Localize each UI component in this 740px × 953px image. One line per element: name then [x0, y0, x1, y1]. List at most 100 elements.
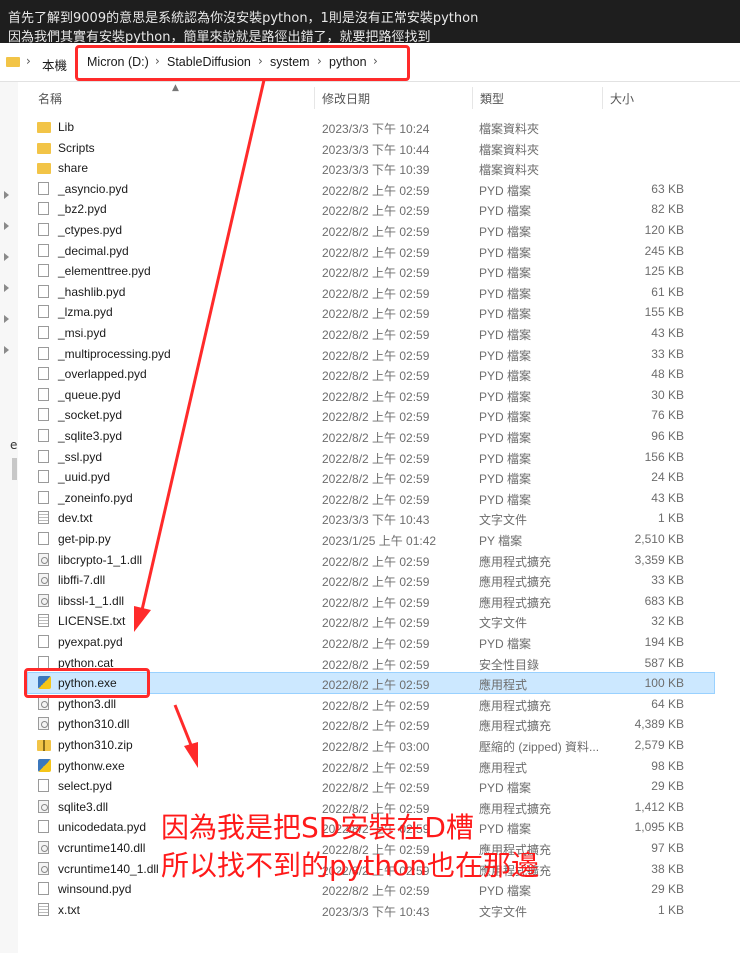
file-row[interactable]: _hashlib.pyd 2022/8/2 上午 02:59 PYD 檔案 61 KB [28, 282, 714, 302]
file-size: 76 KB [651, 408, 684, 422]
expand-arrow-icon[interactable] [4, 346, 9, 354]
file-name: python310.dll [58, 717, 130, 731]
file-row[interactable]: Lib 2023/3/3 下午 10:24 檔案資料夾 [28, 117, 714, 137]
column-header-size[interactable]: 大小 [610, 90, 634, 107]
file-size: 100 KB [644, 676, 684, 690]
file-row[interactable]: Scripts 2023/3/3 下午 10:44 檔案資料夾 [28, 138, 714, 158]
file-date: 2023/3/3 下午 10:43 [322, 905, 430, 919]
file-type: 應用程式 [479, 761, 528, 775]
file-row[interactable]: libcrypto-1_1.dll 2022/8/2 上午 02:59 應用程式擴充… [28, 550, 714, 570]
column-header-type[interactable]: 類型 [480, 90, 504, 107]
file-name: LICENSE.txt [58, 614, 126, 628]
file-row[interactable]: pythonw.exe 2022/8/2 上午 02:59 應用程式 98 KB [28, 756, 714, 776]
file-type: PYD 檔案 [479, 246, 532, 260]
file-size: 48 KB [651, 367, 684, 381]
file-icon [38, 779, 49, 792]
file-icon [38, 244, 49, 257]
file-name: Scripts [58, 141, 95, 155]
file-row[interactable]: _ctypes.pyd 2022/8/2 上午 02:59 PYD 檔案 120 KB [28, 220, 714, 240]
nav-pane-scroll[interactable] [12, 458, 17, 480]
file-row[interactable]: get-pip.py 2023/1/25 上午 01:42 PY 檔案 2,510 K… [28, 529, 714, 549]
file-type: PYD 檔案 [479, 410, 532, 424]
file-name: sqlite3.dll [58, 800, 109, 814]
file-row[interactable]: libffi-7.dll 2022/8/2 上午 02:59 應用程式擴充 33 KB [28, 570, 714, 590]
file-type: 應用程式 [479, 678, 528, 692]
file-date: 2022/8/2 上午 02:59 [322, 287, 430, 301]
file-row[interactable]: dev.txt 2023/3/3 下午 10:43 文字文件 1 KB [28, 508, 714, 528]
file-icon [38, 223, 49, 236]
file-row[interactable]: _msi.pyd 2022/8/2 上午 02:59 PYD 檔案 43 KB [28, 323, 714, 343]
dll-icon [38, 800, 49, 813]
file-row[interactable]: libssl-1_1.dll 2022/8/2 上午 02:59 應用程式擴充 683… [28, 591, 714, 611]
file-date: 2022/8/2 上午 02:59 [322, 596, 430, 610]
file-size: 4,389 KB [634, 717, 684, 731]
expand-arrow-icon[interactable] [4, 315, 9, 323]
file-date: 2023/3/3 下午 10:43 [322, 513, 430, 527]
file-row[interactable]: share 2023/3/3 下午 10:39 檔案資料夾 [28, 158, 714, 178]
file-row[interactable]: _lzma.pyd 2022/8/2 上午 02:59 PYD 檔案 155 KB [28, 302, 714, 322]
file-icon [38, 532, 49, 545]
file-row[interactable]: _overlapped.pyd 2022/8/2 上午 02:59 PYD 檔案 48… [28, 364, 714, 384]
file-name: _lzma.pyd [58, 305, 113, 319]
file-row[interactable]: python310.dll 2022/8/2 上午 02:59 應用程式擴充 4,38… [28, 714, 714, 734]
file-row[interactable]: _sqlite3.pyd 2022/8/2 上午 02:59 PYD 檔案 96 KB [28, 426, 714, 446]
file-icon [38, 635, 49, 648]
file-size: 29 KB [651, 882, 684, 896]
file-row[interactable]: _asyncio.pyd 2022/8/2 上午 02:59 PYD 檔案 63 KB [28, 179, 714, 199]
file-row[interactable]: LICENSE.txt 2022/8/2 上午 02:59 文字文件 32 KB [28, 611, 714, 631]
file-type: PYD 檔案 [479, 307, 532, 321]
file-name: _queue.pyd [58, 388, 121, 402]
navigation-pane[interactable] [0, 82, 18, 953]
file-type: PY 檔案 [479, 534, 523, 548]
column-divider[interactable] [602, 87, 603, 109]
file-row[interactable]: _decimal.pyd 2022/8/2 上午 02:59 PYD 檔案 245 K… [28, 241, 714, 261]
file-date: 2023/1/25 上午 01:42 [322, 534, 437, 548]
file-type: PYD 檔案 [479, 472, 532, 486]
file-size: 43 KB [651, 326, 684, 340]
chevron-right-icon: › [26, 54, 31, 68]
file-row[interactable]: select.pyd 2022/8/2 上午 02:59 PYD 檔案 29 KB [28, 776, 714, 796]
file-row[interactable]: _multiprocessing.pyd 2022/8/2 上午 02:59 PYD… [28, 344, 714, 364]
file-date: 2022/8/2 上午 03:00 [322, 740, 430, 754]
file-date: 2023/3/3 下午 10:24 [322, 122, 430, 136]
breadcrumb-this-pc[interactable]: 本機 [42, 55, 67, 74]
expand-arrow-icon[interactable] [4, 222, 9, 230]
file-date: 2022/8/2 上午 02:59 [322, 328, 430, 342]
file-type: 檔案資料夾 [479, 122, 540, 136]
folder-icon [37, 143, 51, 154]
file-row[interactable]: _queue.pyd 2022/8/2 上午 02:59 PYD 檔案 30 KB [28, 385, 714, 405]
file-row[interactable]: pyexpat.pyd 2022/8/2 上午 02:59 PYD 檔案 194 KB [28, 632, 714, 652]
file-size: 61 KB [651, 285, 684, 299]
file-type: PYD 檔案 [479, 390, 532, 404]
column-header-name[interactable]: 名稱 [38, 90, 62, 107]
file-row[interactable]: x.txt 2023/3/3 下午 10:43 文字文件 1 KB [28, 900, 714, 920]
file-row[interactable]: _zoneinfo.pyd 2022/8/2 上午 02:59 PYD 檔案 43 K… [28, 488, 714, 508]
file-size: 1 KB [657, 511, 684, 525]
file-icon [38, 882, 49, 895]
file-row[interactable]: _socket.pyd 2022/8/2 上午 02:59 PYD 檔案 76 KB [28, 405, 714, 425]
column-divider[interactable] [472, 87, 473, 109]
file-date: 2022/8/2 上午 02:59 [322, 246, 430, 260]
expand-arrow-icon[interactable] [4, 253, 9, 261]
folder-icon [37, 163, 51, 174]
file-size: 120 KB [644, 223, 684, 237]
column-divider[interactable] [314, 87, 315, 109]
file-row[interactable]: python310.zip 2022/8/2 上午 03:00 壓縮的 (zippe… [28, 735, 714, 755]
file-size: 32 KB [651, 614, 684, 628]
file-name: winsound.pyd [58, 882, 132, 896]
file-icon [38, 285, 49, 298]
file-name: python3.dll [58, 697, 117, 711]
file-icon [38, 367, 49, 380]
sort-up-icon: ▲ [172, 83, 179, 93]
column-header-date[interactable]: 修改日期 [322, 90, 370, 107]
expand-arrow-icon[interactable] [4, 191, 9, 199]
file-size: 33 KB [651, 347, 684, 361]
file-name: pythonw.exe [58, 759, 125, 773]
file-row[interactable]: _elementtree.pyd 2022/8/2 上午 02:59 PYD 檔案 1… [28, 261, 714, 281]
file-name: libssl-1_1.dll [58, 594, 125, 608]
file-row[interactable]: _uuid.pyd 2022/8/2 上午 02:59 PYD 檔案 24 KB [28, 467, 714, 487]
expand-arrow-icon[interactable] [4, 284, 9, 292]
file-row[interactable]: _bz2.pyd 2022/8/2 上午 02:59 PYD 檔案 82 KB [28, 199, 714, 219]
file-date: 2022/8/2 上午 02:59 [322, 266, 430, 280]
file-row[interactable]: _ssl.pyd 2022/8/2 上午 02:59 PYD 檔案 156 KB [28, 447, 714, 467]
